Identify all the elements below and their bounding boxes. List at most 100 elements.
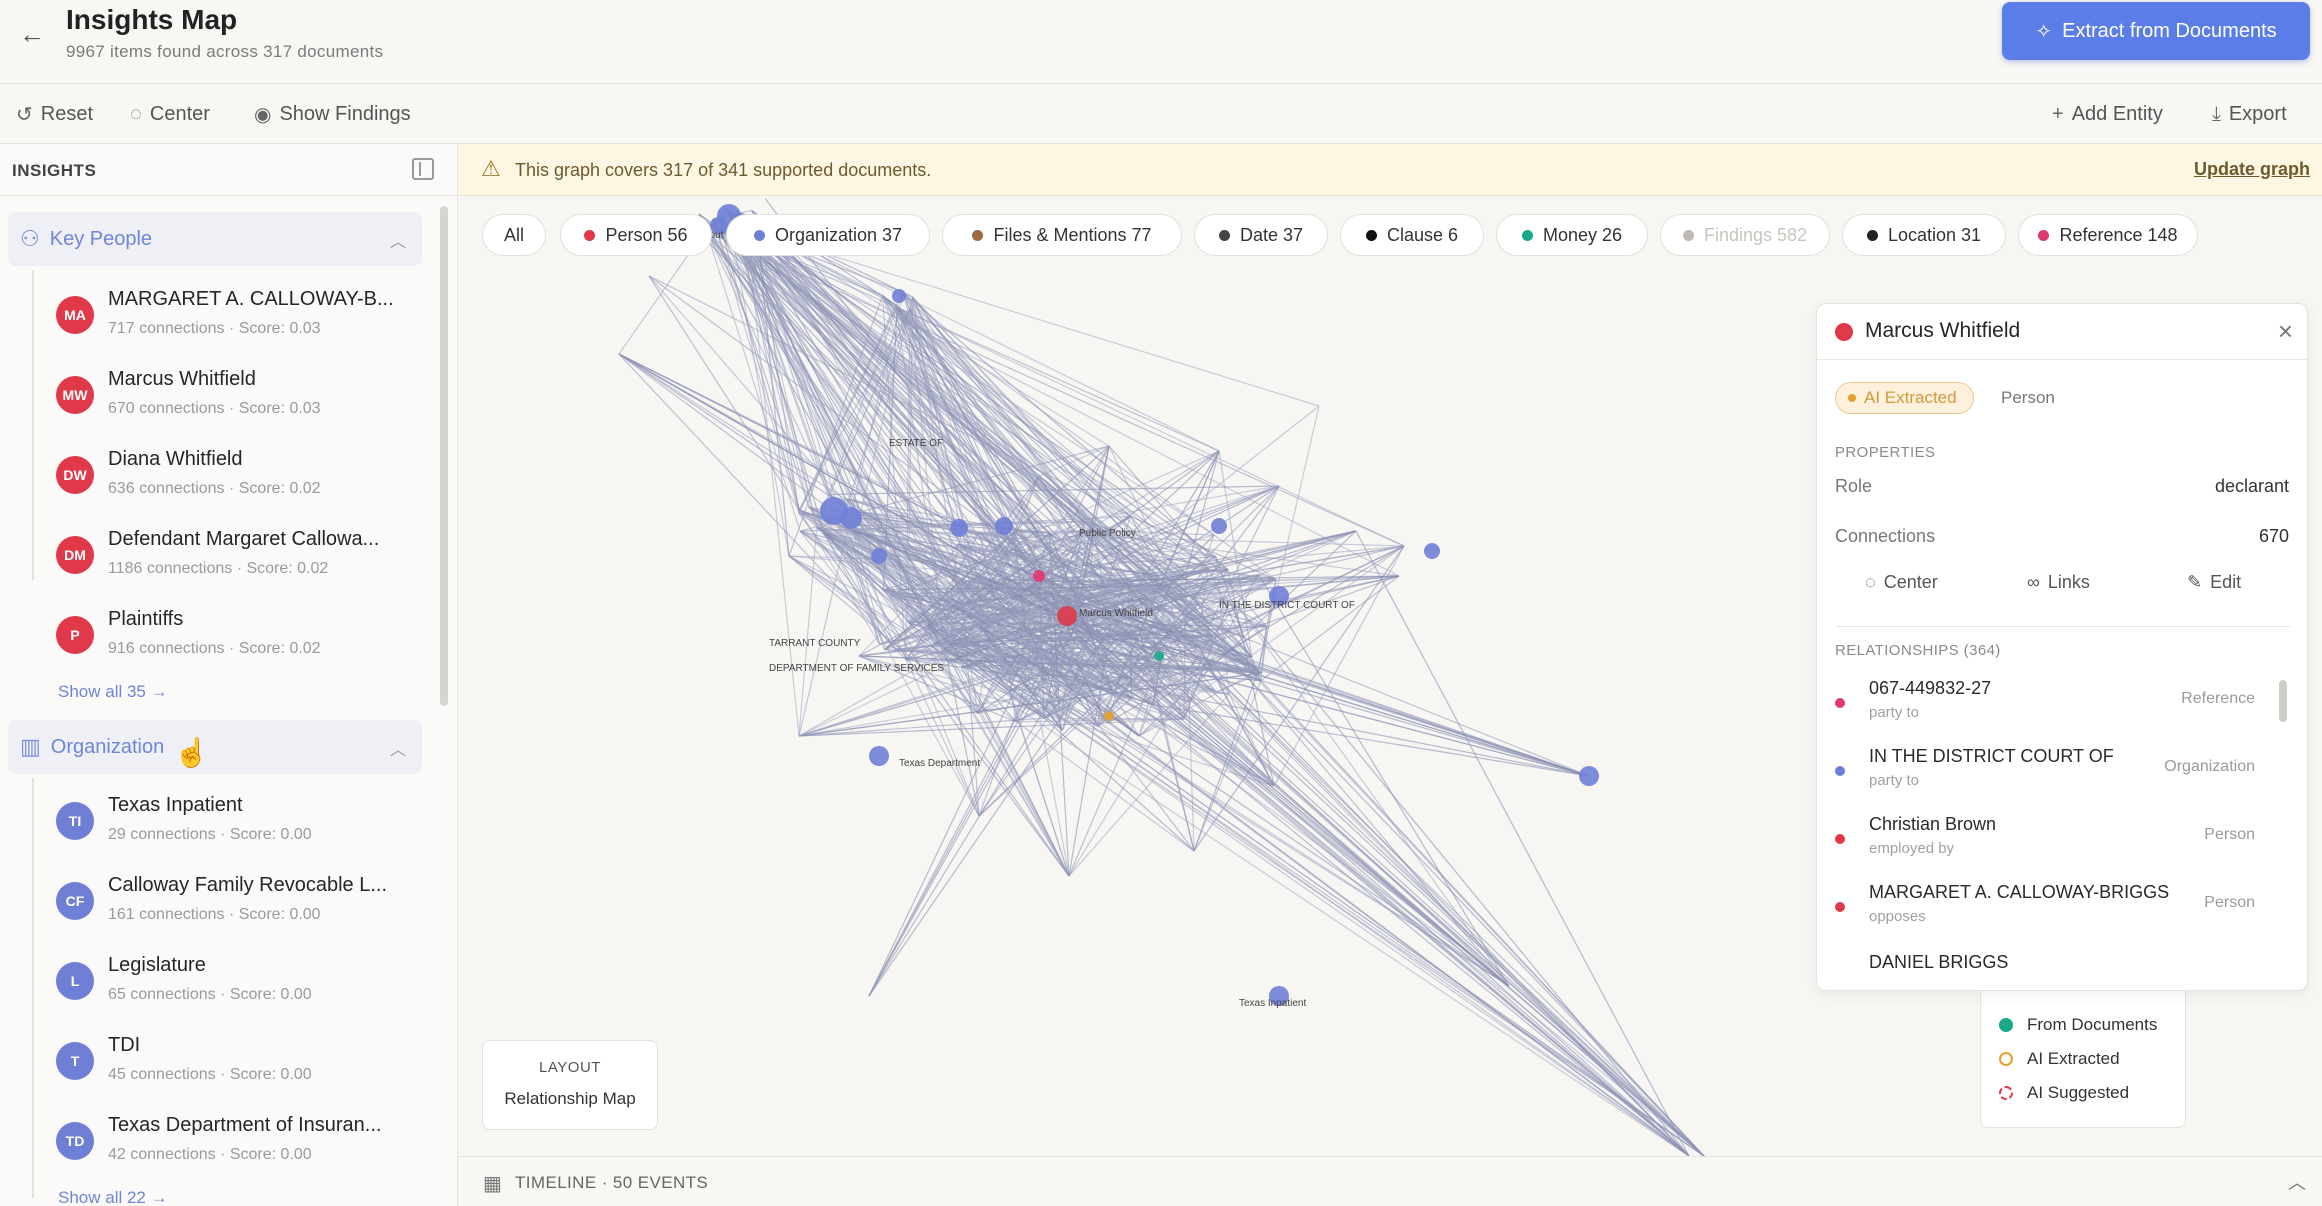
reset-label: Reset	[40, 102, 94, 125]
list-item[interactable]: MA MARGARET A. CALLOWAY-B... 717 connect…	[56, 284, 426, 344]
plus-icon: +	[2052, 102, 2064, 125]
chip-label: Date 37	[1239, 224, 1304, 245]
chip-label: Findings 582	[1703, 224, 1808, 245]
update-graph-link[interactable]: Update graph	[2194, 159, 2310, 180]
relationship-name: Christian Brown	[1869, 814, 1997, 834]
graph-node[interactable]	[1057, 606, 1077, 626]
chip-dot	[1365, 229, 1377, 241]
center-entity-button[interactable]: ◌ Center	[1865, 572, 1938, 593]
chevron-up-icon[interactable]: ︿	[390, 736, 406, 760]
relationship-name: MARGARET A. CALLOWAY-BRIGGS	[1869, 882, 2170, 902]
avatar: MW	[56, 376, 94, 414]
section-label: Key People	[49, 227, 153, 250]
chip-dot	[1218, 229, 1230, 241]
list-item[interactable]: T TDI 45 connections · Score: 0.00	[56, 1030, 426, 1090]
filter-chip-findings[interactable]: Findings 582	[1660, 214, 1830, 256]
list-item[interactable]: P Plaintiffs 916 connections · Score: 0.…	[56, 604, 426, 664]
close-icon[interactable]: ×	[2278, 316, 2293, 347]
list-item[interactable]: DM Defendant Margaret Callowa... 1186 co…	[56, 524, 426, 584]
back-arrow-icon[interactable]: ←	[18, 20, 46, 48]
graph-node[interactable]	[840, 507, 862, 529]
legend-label: AI Extracted	[2027, 1049, 2120, 1068]
graph-node[interactable]	[1211, 518, 1227, 534]
relationship-item[interactable]: DANIEL BRIGGS	[1835, 950, 2275, 990]
graph-node[interactable]	[871, 548, 887, 564]
chevron-up-icon[interactable]: ︿	[2288, 1169, 2306, 1195]
filter-chip-files-mentions[interactable]: Files & Mentions 77	[942, 214, 1182, 256]
graph-node[interactable]	[1104, 711, 1114, 721]
graph-node[interactable]	[869, 746, 889, 766]
layout-selector[interactable]: LAYOUT Relationship Map	[482, 1040, 658, 1130]
role-value: declarant	[2214, 476, 2289, 496]
building-icon: ▥	[20, 734, 41, 759]
collapse-sidebar-icon[interactable]	[412, 158, 434, 180]
sidebar-scrollbar[interactable]	[440, 206, 448, 706]
filter-chip-reference[interactable]: Reference 148	[2018, 214, 2198, 256]
export-label: Export	[2228, 102, 2287, 125]
export-button[interactable]: ⤓ Export	[2212, 100, 2287, 128]
filter-chip-money[interactable]: Money 26	[1496, 214, 1648, 256]
graph-node[interactable]	[950, 519, 968, 537]
relationships-scrollbar[interactable]	[2279, 680, 2287, 722]
extract-from-documents-button[interactable]: ✧ Extract from Documents	[2002, 2, 2310, 60]
relationship-sub: party to	[1869, 772, 1920, 789]
relationship-item[interactable]: IN THE DISTRICT COURT OF party to Organi…	[1835, 742, 2275, 806]
section-organization[interactable]: ▥ Organization ︿	[8, 720, 422, 774]
relationship-item[interactable]: Christian Brown employed by Person	[1835, 810, 2275, 874]
entity-name: TDI	[108, 1034, 141, 1056]
list-item[interactable]: L Legislature 65 connections · Score: 0.…	[56, 950, 426, 1010]
reset-button[interactable]: ↺ Reset	[16, 100, 93, 128]
avatar: DM	[56, 536, 94, 574]
reset-icon: ↺	[16, 103, 33, 126]
graph-node[interactable]	[1154, 651, 1164, 661]
graph-edge	[1116, 625, 1510, 987]
list-item[interactable]: MW Marcus Whitfield 670 connections · Sc…	[56, 364, 426, 424]
connections-value: 670	[2258, 526, 2289, 546]
filter-chip-all[interactable]: All	[482, 214, 546, 256]
entity-name: Defendant Margaret Callowa...	[108, 528, 380, 550]
filter-chip-date[interactable]: Date 37	[1194, 214, 1328, 256]
timeline-bar[interactable]: ▦ TIMELINE · 50 EVENTS ︿	[459, 1156, 2322, 1206]
avatar: TI	[56, 802, 94, 840]
avatar: P	[56, 616, 94, 654]
graph-node[interactable]	[1579, 766, 1599, 786]
graph-node[interactable]	[995, 517, 1013, 535]
filter-chip-organization[interactable]: Organization 37	[726, 214, 930, 256]
edit-button[interactable]: ✎ Edit	[2187, 572, 2241, 593]
chip-label: Person 56	[605, 224, 688, 245]
center-button[interactable]: ◌ Center	[130, 100, 210, 128]
section-key-people[interactable]: ⚇ Key People ︿	[8, 212, 422, 266]
list-item[interactable]: TD Texas Department of Insuran... 42 con…	[56, 1110, 426, 1170]
relationship-sub: opposes	[1869, 908, 1926, 925]
show-findings-button[interactable]: ◉ Show Findings	[254, 100, 411, 128]
filter-chip-location[interactable]: Location 31	[1842, 214, 2006, 256]
legend-label: AI Suggested	[2027, 1083, 2130, 1102]
list-item[interactable]: DW Diana Whitfield 636 connections · Sco…	[56, 444, 426, 504]
avatar: L	[56, 962, 94, 1000]
connections-label: Connections	[1835, 526, 1936, 546]
show-all-orgs-link[interactable]: Show all 22 →	[58, 1188, 168, 1206]
edit-action-label: Edit	[2210, 572, 2242, 592]
graph-node[interactable]	[1033, 570, 1045, 582]
relationship-item[interactable]: MARGARET A. CALLOWAY-BRIGGS opposes Pers…	[1835, 878, 2275, 942]
links-action-label: Links	[2047, 572, 2090, 592]
show-all-people-link[interactable]: Show all 35 →	[58, 682, 168, 702]
graph-node-label: IN THE DISTRICT COURT OF	[1219, 600, 1355, 611]
chip-label: All	[503, 224, 524, 245]
relationship-name: DANIEL BRIGGS	[1869, 952, 2009, 972]
graph-node[interactable]	[892, 289, 906, 303]
links-button[interactable]: ∞ Links	[2027, 572, 2090, 593]
filter-chip-clause[interactable]: Clause 6	[1340, 214, 1484, 256]
graph-edge	[1050, 600, 1690, 1157]
relationship-item[interactable]: 067-449832-27 party to Reference	[1835, 674, 2275, 738]
relationship-dot	[1835, 766, 1845, 776]
graph-node[interactable]	[1424, 543, 1440, 559]
entity-meta: 45 connections · Score: 0.00	[108, 1066, 312, 1083]
hand-cursor-icon: ☝	[174, 737, 209, 768]
list-item[interactable]: TI Texas Inpatient 29 connections · Scor…	[56, 790, 426, 850]
chevron-up-icon[interactable]: ︿	[390, 228, 406, 252]
add-entity-button[interactable]: + Add Entity	[2052, 100, 2163, 128]
link-icon: ∞	[2027, 572, 2040, 592]
list-item[interactable]: CF Calloway Family Revocable L... 161 co…	[56, 870, 426, 930]
filter-chip-person[interactable]: Person 56	[560, 214, 712, 256]
